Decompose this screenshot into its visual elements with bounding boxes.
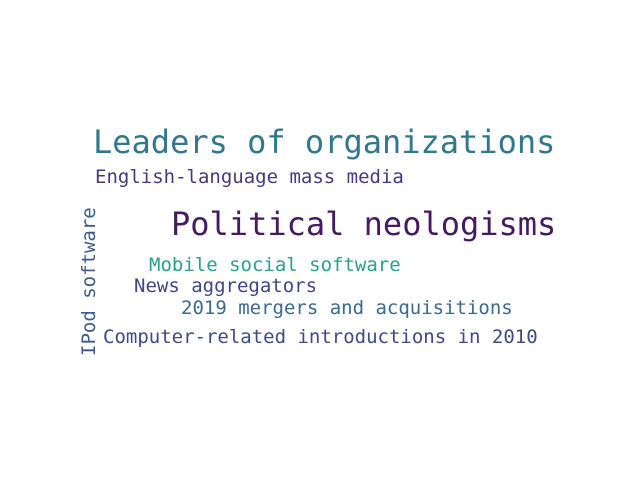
- word-ipod-software: IPod software: [78, 207, 100, 356]
- word-news-aggregators: News aggregators: [134, 275, 318, 297]
- word-political-neologisms: Political neologisms: [171, 205, 557, 243]
- word-2019-mergers-and-acquisitions: 2019 mergers and acquisitions: [181, 297, 513, 319]
- word-computer-related-introductions: Computer-related introductions in 2010: [103, 326, 538, 348]
- word-mobile-social-software: Mobile social software: [149, 254, 401, 276]
- word-leaders-of-organizations: Leaders of organizations: [93, 123, 556, 161]
- word-english-language-mass-media: English-language mass media: [95, 166, 404, 188]
- word-cloud: Leaders of organizations English-languag…: [0, 0, 640, 480]
